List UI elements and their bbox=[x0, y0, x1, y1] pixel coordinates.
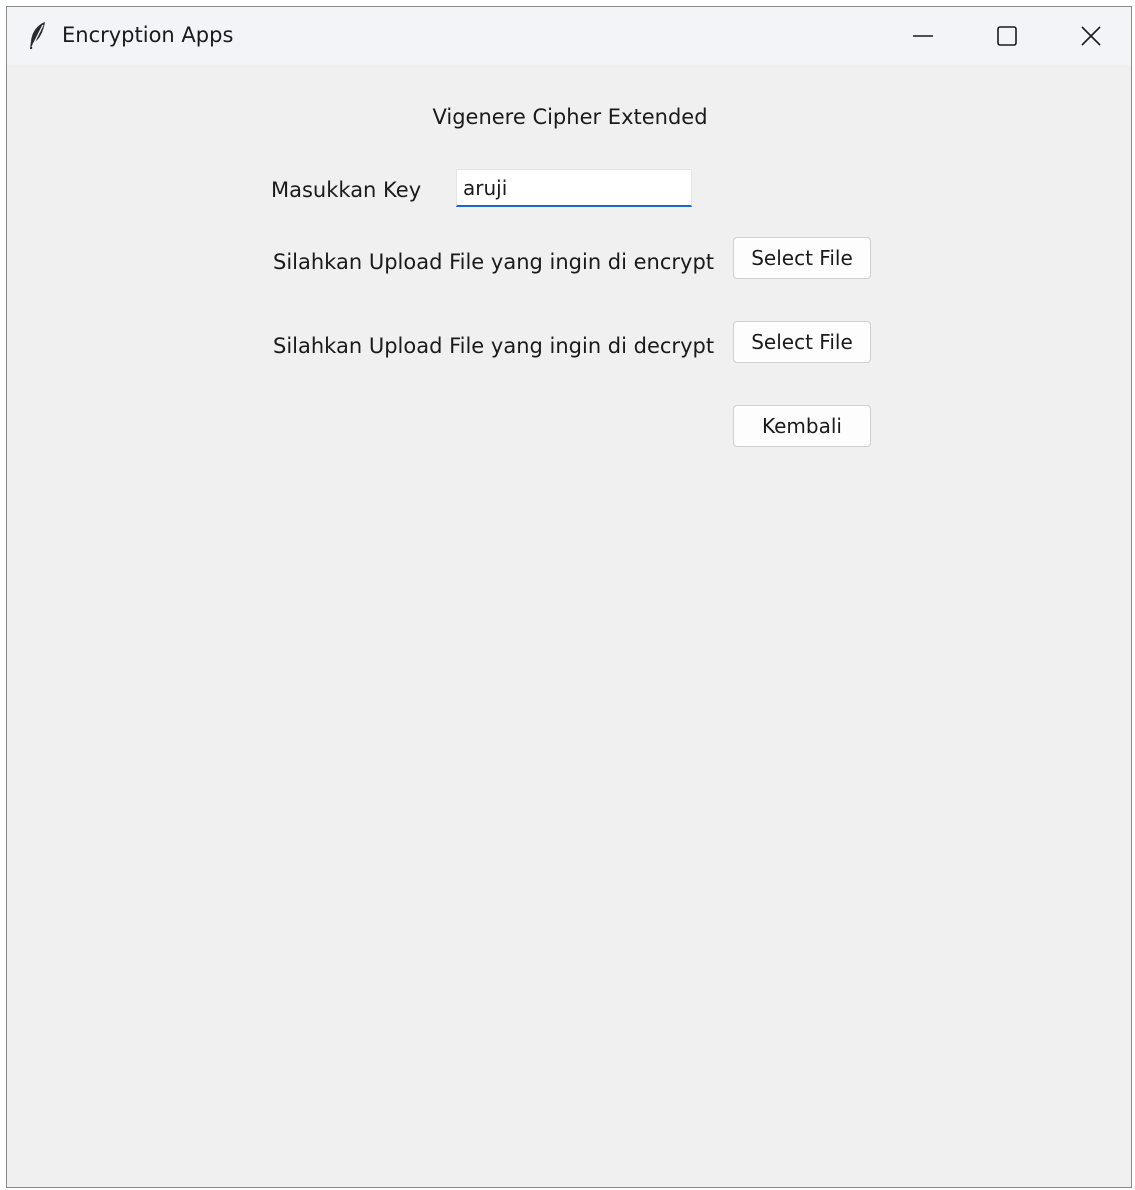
key-input[interactable] bbox=[456, 169, 692, 207]
page-title: Vigenere Cipher Extended bbox=[432, 105, 708, 129]
encrypt-upload-label: Silahkan Upload File yang ingin di encry… bbox=[273, 250, 715, 274]
feather-icon bbox=[27, 21, 49, 51]
decrypt-select-file-button[interactable]: Select File bbox=[733, 321, 871, 363]
maximize-button[interactable] bbox=[965, 7, 1049, 65]
close-button[interactable] bbox=[1049, 7, 1131, 65]
app-window: Encryption Apps Vigenere Cipher Extended… bbox=[6, 6, 1132, 1188]
main-content: Vigenere Cipher Extended Masukkan Key Si… bbox=[7, 65, 1131, 1183]
minimize-button[interactable] bbox=[881, 7, 965, 65]
maximize-icon bbox=[996, 25, 1018, 47]
decrypt-upload-label: Silahkan Upload File yang ingin di decry… bbox=[273, 334, 715, 358]
back-button[interactable]: Kembali bbox=[733, 405, 871, 447]
key-label: Masukkan Key bbox=[271, 178, 422, 202]
title-bar[interactable]: Encryption Apps bbox=[7, 7, 1131, 65]
window-title: Encryption Apps bbox=[62, 23, 234, 47]
encrypt-select-file-button[interactable]: Select File bbox=[733, 237, 871, 279]
close-icon bbox=[1080, 25, 1102, 47]
minimize-icon bbox=[912, 25, 934, 47]
